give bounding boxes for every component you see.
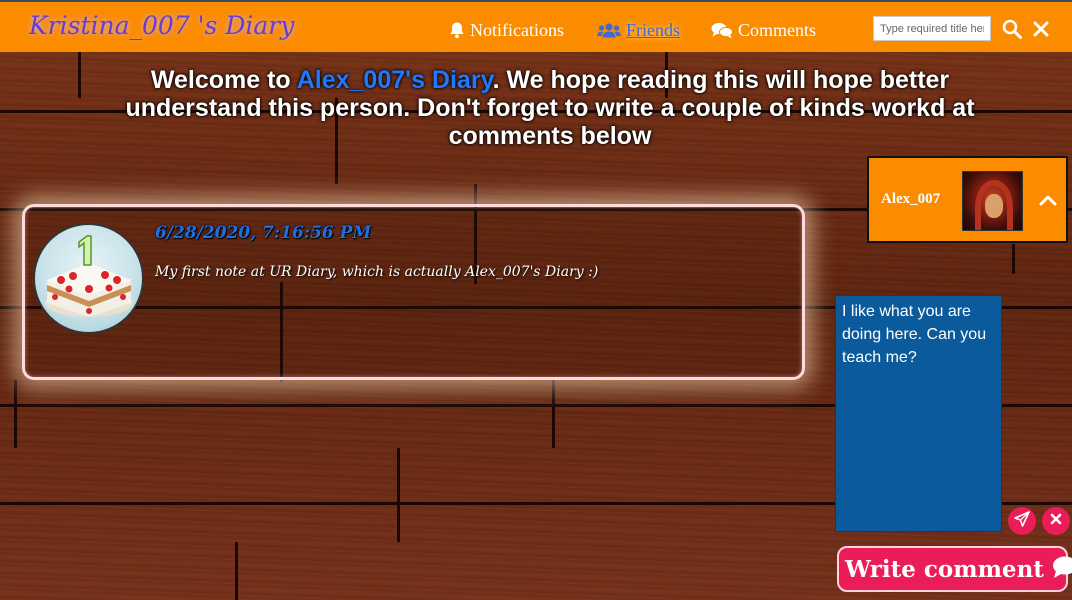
nav-comments[interactable]: Comments [711, 18, 816, 42]
diary-owner-name: Alex_007's Diary [296, 66, 493, 94]
wood-seam [235, 542, 238, 600]
note-date: 6/28/2020, 7:16:56 PM [155, 223, 372, 243]
wood-seam [1012, 244, 1015, 274]
welcome-message: Welcome to Alex_007's Diary. We hope rea… [110, 66, 990, 150]
wood-seam [552, 380, 555, 448]
comment-textarea[interactable] [835, 295, 1002, 532]
chevron-up-icon[interactable] [1039, 193, 1057, 212]
friend-profile-card[interactable]: Alex_007 [867, 156, 1068, 243]
cancel-comment-button[interactable] [1042, 507, 1070, 535]
title-search-input[interactable] [873, 16, 991, 41]
wood-seam [397, 448, 400, 542]
write-comment-button[interactable]: Write comment [837, 546, 1072, 592]
profile-avatar [962, 171, 1023, 231]
profile-name: Alex_007 [881, 191, 941, 207]
nav-friends[interactable]: Friends [597, 18, 680, 42]
close-icon[interactable] [1033, 21, 1049, 42]
send-comment-button[interactable] [1008, 507, 1036, 535]
note-text: My first note at UR Diary, which is actu… [155, 264, 599, 280]
wood-seam [14, 380, 17, 448]
nav-friends-label: Friends [626, 19, 680, 40]
comments-icon [711, 22, 733, 39]
nav-notifications[interactable]: Notifications [449, 18, 564, 42]
top-navbar: Kristina_007 's Diary Notifications Frie… [0, 0, 1072, 52]
paper-plane-icon [1014, 510, 1030, 532]
note-avatar [33, 223, 144, 334]
welcome-prefix: Welcome to [150, 66, 297, 94]
diary-note-card[interactable]: 6/28/2020, 7:16:56 PM My first note at U… [22, 204, 805, 380]
nav-comments-label: Comments [738, 19, 817, 40]
write-comment-label: Write comment [845, 555, 1044, 583]
diary-brand-title[interactable]: Kristina_007 's Diary [29, 11, 294, 40]
wood-seam [78, 52, 81, 98]
comment-bubble-icon [1044, 555, 1072, 584]
users-icon [597, 22, 621, 38]
nav-notifications-label: Notifications [470, 19, 564, 40]
close-icon [1050, 512, 1062, 530]
bell-icon [449, 21, 465, 39]
search-icon[interactable] [1002, 19, 1022, 44]
